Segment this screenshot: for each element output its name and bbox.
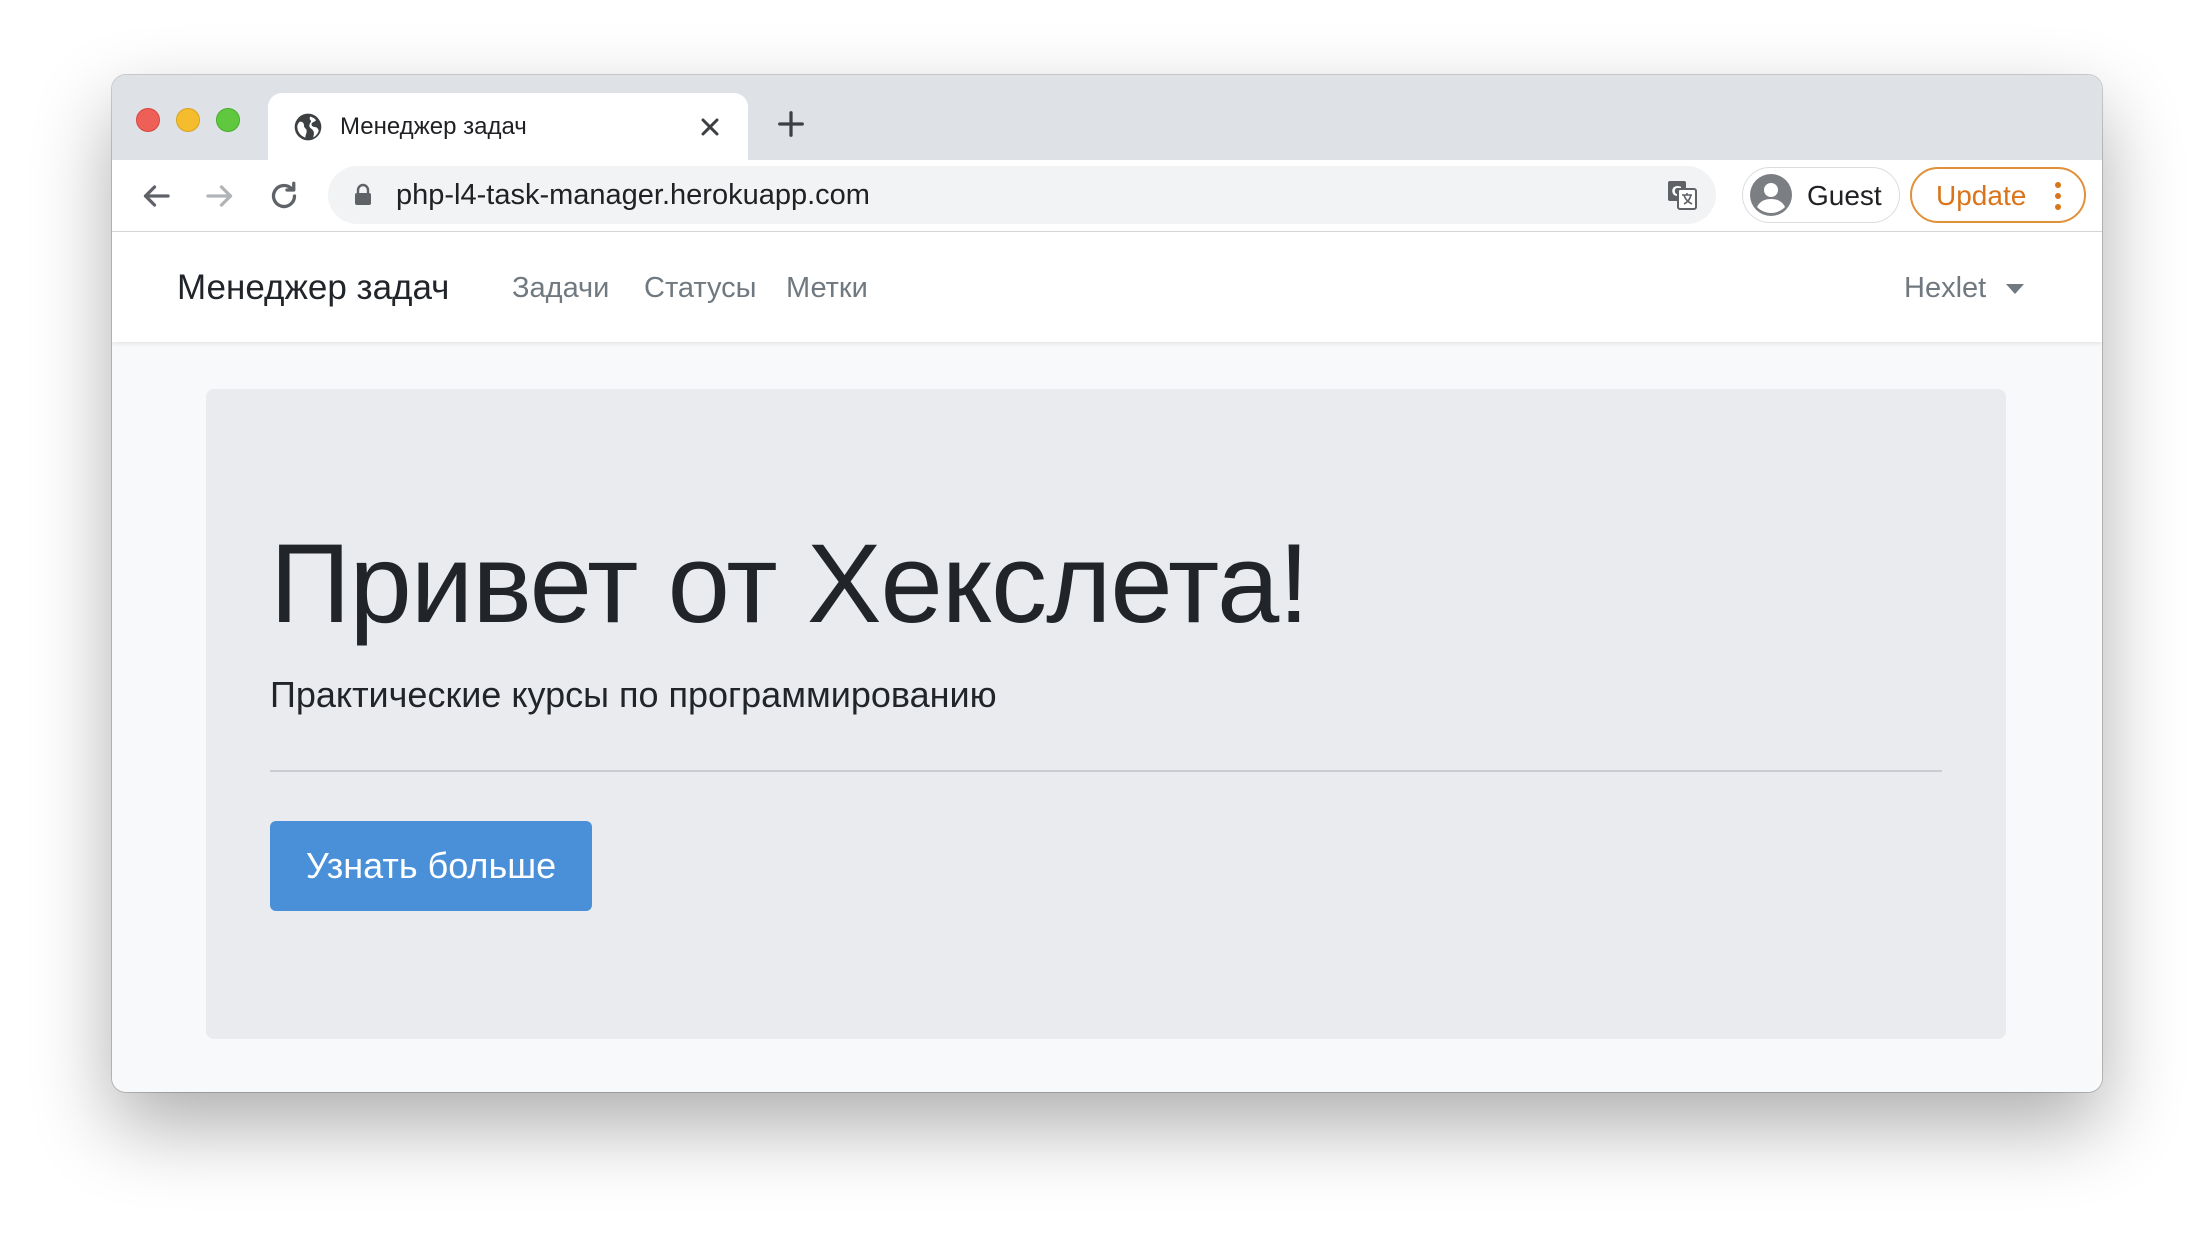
user-menu-toggle[interactable]: Hexlet: [1904, 268, 1986, 308]
globe-icon: [294, 113, 322, 141]
tab-strip: Менеджер задач: [112, 75, 2102, 160]
page-viewport: Менеджер задач Задачи Статусы Метки Hexl…: [112, 232, 2102, 1092]
close-window-button[interactable]: [136, 108, 160, 132]
profile-label: Guest: [1807, 180, 1882, 211]
url-text[interactable]: php-l4-task-manager.herokuapp.com: [396, 177, 870, 213]
maximize-window-button[interactable]: [216, 108, 240, 132]
plus-icon[interactable]: [776, 109, 806, 139]
caret-down-icon[interactable]: [2006, 284, 2024, 294]
nav-link-tasks[interactable]: Задачи: [512, 268, 609, 308]
close-icon[interactable]: [698, 115, 722, 139]
navbar-brand[interactable]: Менеджер задач: [177, 266, 449, 310]
update-label: Update: [1936, 180, 2027, 211]
browser-toolbar: php-l4-task-manager.herokuapp.com G Gues…: [112, 160, 2102, 232]
translate-icon[interactable]: G: [1666, 179, 1698, 211]
lock-icon[interactable]: [352, 183, 374, 207]
nav-link-labels[interactable]: Метки: [786, 268, 868, 308]
avatar-icon: [1750, 174, 1792, 216]
learn-more-button[interactable]: Узнать больше: [270, 821, 592, 911]
browser-tab[interactable]: Менеджер задач: [268, 93, 748, 160]
profile-button[interactable]: Guest: [1742, 167, 1900, 223]
back-arrow-icon[interactable]: [138, 178, 174, 214]
reload-icon[interactable]: [266, 178, 302, 214]
browser-window: Менеджер задач php-l4-task-manager.herok…: [112, 75, 2102, 1092]
site-navbar: Менеджер задач Задачи Статусы Метки Hexl…: [112, 232, 2102, 342]
hero-lead: Практические курсы по программированию: [270, 674, 997, 715]
address-bar[interactable]: php-l4-task-manager.herokuapp.com G: [328, 166, 1716, 224]
hero-title: Привет от Хекслета!: [270, 521, 1309, 646]
update-button[interactable]: Update: [1910, 167, 2086, 223]
tab-title: Менеджер задач: [340, 113, 527, 140]
nav-link-statuses[interactable]: Статусы: [644, 268, 757, 308]
hero-jumbotron: Привет от Хекслета! Практические курсы п…: [206, 389, 2006, 1039]
minimize-window-button[interactable]: [176, 108, 200, 132]
forward-arrow-icon[interactable]: [202, 178, 238, 214]
hero-divider: [270, 770, 1942, 772]
more-vert-icon[interactable]: [2054, 181, 2062, 211]
